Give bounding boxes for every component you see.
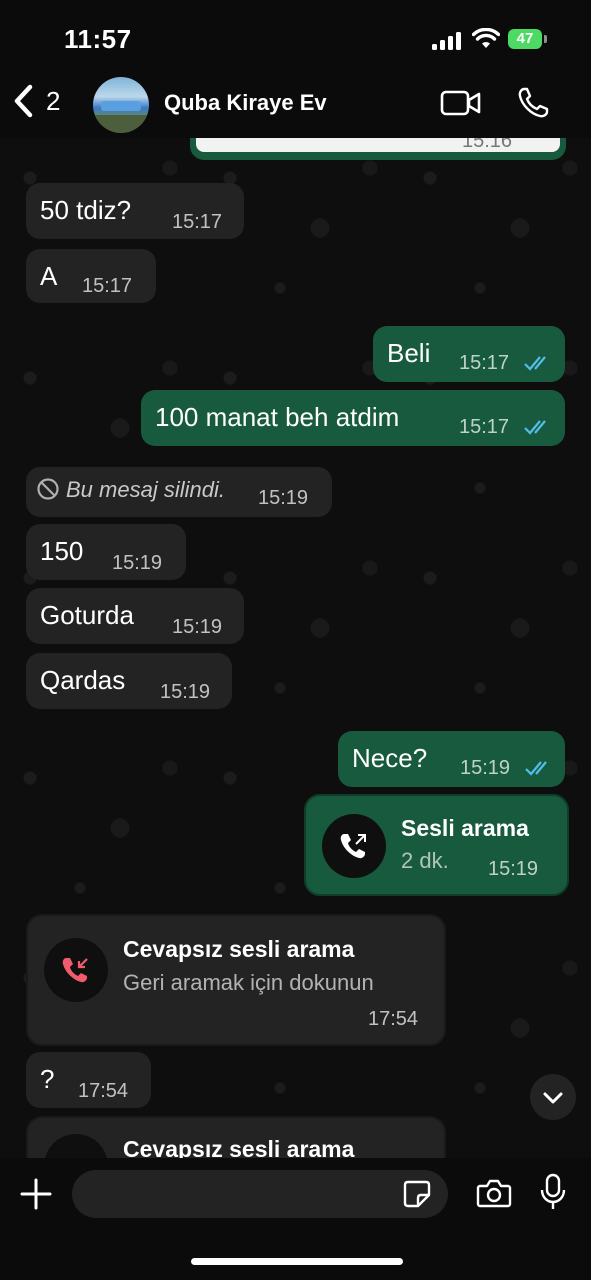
message-time: 15:17: [172, 211, 223, 233]
microphone-icon[interactable]: [539, 1173, 567, 1211]
battery-level: 47: [516, 30, 534, 47]
message-time: 15:17: [82, 275, 133, 297]
incoming-message[interactable]: Qardas 15:19: [26, 653, 232, 709]
outgoing-call-card[interactable]: Sesli arama 2 dk. 15:19: [304, 794, 569, 896]
message-text: 100 manat beh atdim: [155, 402, 400, 432]
chevron-left-icon: [14, 84, 33, 118]
missed-call-card[interactable]: Cevapsız sesli arama Geri aramak için do…: [26, 914, 446, 1046]
incoming-message[interactable]: A 15:17: [26, 249, 156, 303]
plus-icon[interactable]: [20, 1178, 52, 1210]
call-title: Sesli arama: [401, 815, 529, 841]
scroll-down-button[interactable]: [530, 1074, 576, 1120]
message-time: 15:19: [112, 552, 163, 574]
call-icon-circle: [322, 814, 386, 878]
incoming-message[interactable]: Goturda 15:19: [26, 588, 244, 644]
read-ticks-icon: [525, 761, 547, 776]
chevron-down-icon: [543, 1092, 563, 1104]
message-time: 15:17: [459, 416, 510, 438]
status-bar: 11:57 47: [0, 0, 591, 72]
incoming-message[interactable]: 50 tdiz? 15:17: [26, 183, 244, 239]
call-title: Cevapsız sesli arama: [123, 936, 355, 962]
message-time: 15:17: [459, 352, 510, 374]
clock: 11:57: [64, 24, 132, 54]
call-title: Cevapsız sesli arama: [123, 1136, 355, 1160]
message-text: Bu mesaj silindi.: [66, 477, 225, 502]
incoming-message[interactable]: ? 17:54: [26, 1052, 151, 1108]
video-call-icon[interactable]: [440, 88, 482, 118]
message-text: 150: [40, 536, 84, 566]
message-text: Goturda: [40, 600, 134, 630]
outgoing-call-icon: [340, 834, 366, 859]
message-time: 17:54: [78, 1080, 129, 1102]
call-icon-circle: [44, 938, 108, 1002]
message-time: 15:19: [488, 858, 539, 880]
home-indicator: [191, 1258, 403, 1265]
message-text: ?: [40, 1064, 55, 1094]
message-text: 50 tdiz?: [40, 195, 132, 225]
message-time: 15:19: [258, 487, 309, 509]
outgoing-message[interactable]: Nece? 15:19: [338, 731, 565, 787]
message-time: 15:19: [160, 681, 211, 703]
unread-count: 2: [46, 85, 61, 116]
message-text: Beli: [387, 338, 431, 368]
sticker-icon[interactable]: [402, 1179, 432, 1209]
message-text: A: [40, 261, 58, 291]
message-text: Nece?: [352, 743, 428, 773]
contact-name[interactable]: Quba Kiraye Ev: [164, 90, 327, 116]
missed-call-icon: [62, 958, 88, 983]
read-ticks-icon: [524, 420, 546, 435]
battery-tip: [544, 35, 547, 43]
phone-icon[interactable]: [516, 86, 550, 120]
message-input[interactable]: [72, 1170, 448, 1218]
message-text: Qardas: [40, 665, 126, 695]
outgoing-message[interactable]: Beli 15:17: [373, 326, 565, 382]
read-ticks-icon: [524, 356, 546, 371]
avatar[interactable]: [93, 77, 149, 133]
back-button[interactable]: 2: [12, 84, 60, 118]
chat-header: 2 Quba Kiraye Ev: [0, 72, 591, 138]
message-time: 15:19: [172, 616, 223, 638]
message-time: 17:54: [368, 1008, 419, 1030]
blocked-icon: [37, 478, 59, 500]
call-icon-circle: [44, 1134, 108, 1160]
call-subtitle: Geri aramak için dokunun: [123, 970, 374, 995]
message-time: 15:19: [460, 757, 511, 779]
deleted-message[interactable]: Bu mesaj silindi. 15:19: [26, 467, 332, 517]
outgoing-message[interactable]: 100 manat beh atdim 15:17: [141, 390, 565, 446]
incoming-message[interactable]: 150 15:19: [26, 524, 186, 580]
wifi-icon: [472, 28, 500, 48]
missed-call-card-partial[interactable]: Cevapsız sesli arama: [26, 1116, 446, 1160]
call-duration: 2 dk.: [401, 848, 449, 873]
camera-icon[interactable]: [476, 1178, 512, 1208]
battery-icon: 47: [508, 29, 542, 49]
signal-icon: [432, 32, 462, 50]
